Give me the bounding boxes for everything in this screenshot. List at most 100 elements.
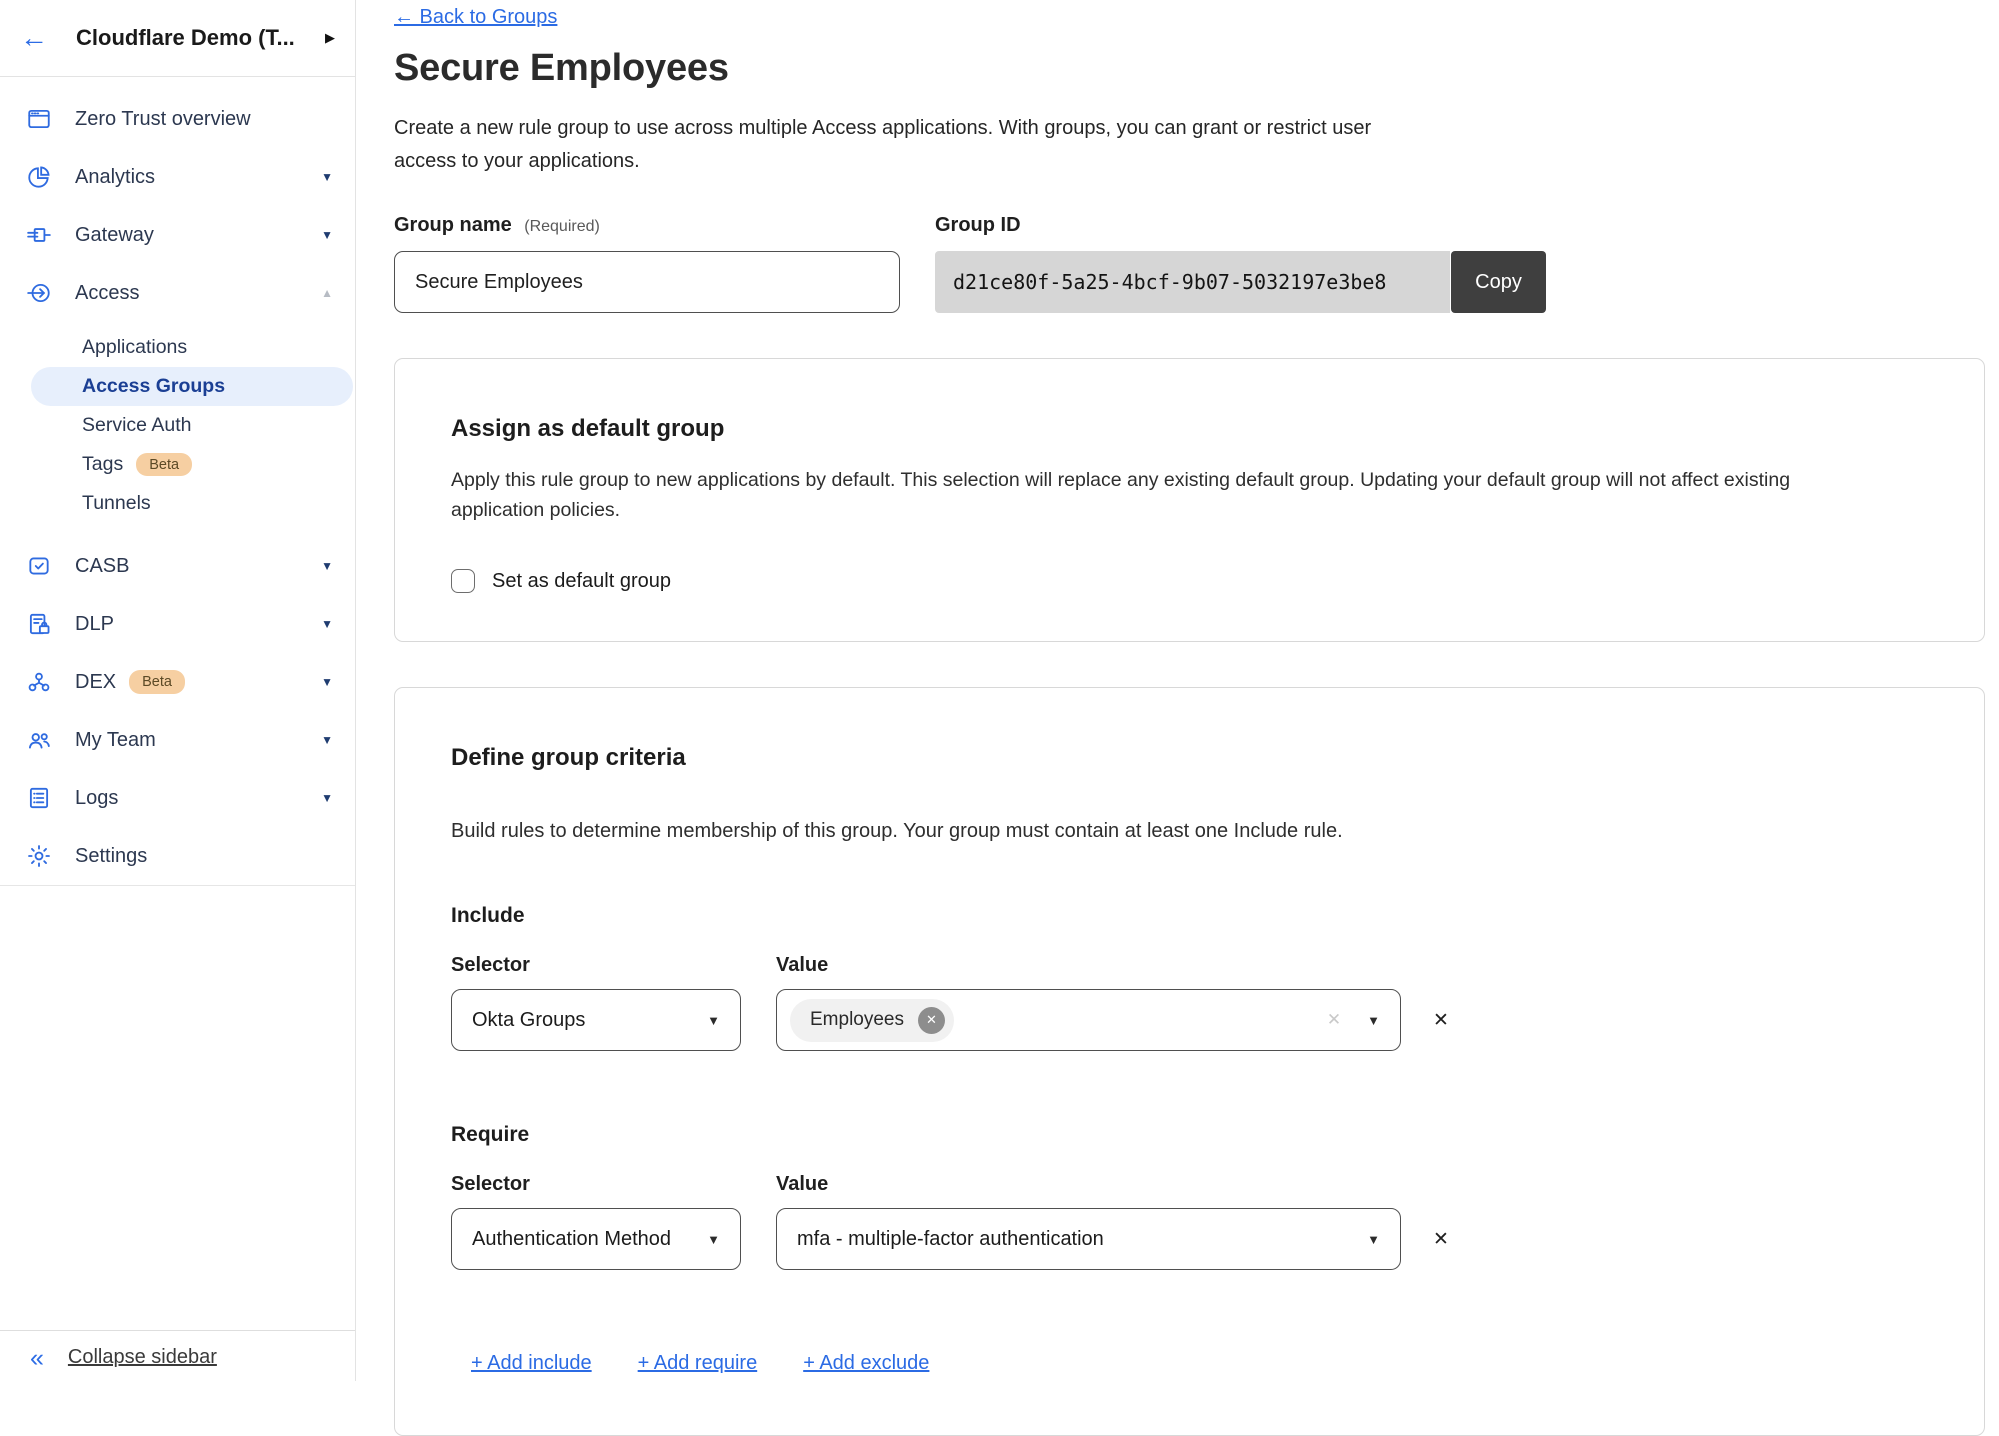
group-name-field-block: Group name (Required) <box>394 214 900 313</box>
include-value-dropdown[interactable]: Employees ✕ ✕ ▼ <box>776 989 1401 1051</box>
sidebar-item-dex[interactable]: DEX Beta ▼ <box>0 653 355 711</box>
set-default-group-row: Set as default group <box>451 569 1928 593</box>
default-card-title: Assign as default group <box>451 415 1928 443</box>
require-selector-value: Authentication Method <box>472 1228 671 1251</box>
group-id-field-block: Group ID d21ce80f-5a25-4bcf-9b07-5032197… <box>935 214 1546 313</box>
gear-icon <box>26 843 52 869</box>
access-icon <box>26 280 52 306</box>
chevron-down-icon: ▼ <box>1367 1232 1380 1247</box>
group-id-label: Group ID <box>935 214 1546 237</box>
group-identity-row: Group name (Required) Group ID d21ce80f-… <box>394 214 1985 313</box>
add-exclude-link[interactable]: + Add exclude <box>803 1352 929 1375</box>
sidebar-item-label: Tags <box>82 453 123 476</box>
back-to-groups-link[interactable]: ← Back to Groups <box>394 6 557 29</box>
collapse-sidebar-label: Collapse sidebar <box>68 1346 217 1369</box>
collapse-sidebar-button[interactable]: « Collapse sidebar <box>0 1330 355 1381</box>
sidebar-item-my-team[interactable]: My Team ▼ <box>0 711 355 769</box>
sidebar-item-label: My Team <box>75 729 156 752</box>
sidebar-item-label: CASB <box>75 555 129 578</box>
chevron-down-icon: ▼ <box>321 228 333 242</box>
chevron-down-icon: ▼ <box>1367 1013 1380 1028</box>
sidebar-divider <box>0 885 355 886</box>
group-name-input[interactable] <box>394 251 900 313</box>
page-title: Secure Employees <box>394 47 1985 90</box>
sidebar-item-tunnels[interactable]: Tunnels <box>0 484 355 523</box>
chevron-down-icon: ▼ <box>321 791 333 805</box>
require-rule-row: Authentication Method ▼ mfa - multiple-f… <box>451 1208 1928 1270</box>
include-selector-dropdown[interactable]: Okta Groups ▼ <box>451 989 741 1051</box>
sidebar-item-label: Logs <box>75 787 118 810</box>
group-id-value: d21ce80f-5a25-4bcf-9b07-5032197e3be8 <box>935 251 1450 313</box>
sidebar-item-label: Gateway <box>75 224 154 247</box>
expand-caret-icon[interactable]: ▶ <box>325 30 335 46</box>
sidebar-header: ← Cloudflare Demo (T... ▶ <box>0 0 355 77</box>
sidebar-item-label: Tunnels <box>82 492 151 515</box>
chevron-down-icon: ▼ <box>321 559 333 573</box>
sidebar-item-applications[interactable]: Applications <box>0 328 355 367</box>
account-title: Cloudflare Demo (T... <box>76 25 317 51</box>
network-nodes-icon <box>26 669 52 695</box>
sidebar-item-label: Analytics <box>75 166 155 189</box>
add-include-link[interactable]: + Add include <box>471 1352 592 1375</box>
add-rule-links: + Add include + Add require + Add exclud… <box>471 1352 1928 1375</box>
chevron-down-icon: ▼ <box>321 617 333 631</box>
remove-require-rule-icon[interactable]: ✕ <box>1433 1228 1449 1251</box>
require-heading: Require <box>451 1123 1928 1147</box>
logs-list-icon <box>26 785 52 811</box>
sidebar: ← Cloudflare Demo (T... ▶ Zero Trust ove… <box>0 0 356 1381</box>
include-selector-label: Selector <box>451 954 741 977</box>
sidebar-item-settings[interactable]: Settings <box>0 827 355 885</box>
sidebar-item-gateway[interactable]: Gateway ▼ <box>0 206 355 264</box>
value-chip: Employees ✕ <box>790 999 954 1042</box>
chevron-down-icon: ▼ <box>707 1013 720 1028</box>
beta-badge: Beta <box>136 453 192 477</box>
add-require-link[interactable]: + Add require <box>638 1352 758 1375</box>
group-name-label: Group name <box>394 214 512 236</box>
page-description: Create a new rule group to use across mu… <box>394 112 1374 178</box>
chevron-up-icon: ▲ <box>321 286 333 300</box>
include-heading: Include <box>451 904 1928 928</box>
access-submenu: Applications Access Groups Service Auth … <box>0 328 355 523</box>
chip-remove-icon[interactable]: ✕ <box>918 1007 945 1034</box>
sidebar-item-casb[interactable]: CASB ▼ <box>0 537 355 595</box>
sidebar-item-analytics[interactable]: Analytics ▼ <box>0 148 355 206</box>
sidebar-item-access-groups[interactable]: Access Groups <box>31 367 353 406</box>
require-selector-dropdown[interactable]: Authentication Method ▼ <box>451 1208 741 1270</box>
sidebar-nav: Zero Trust overview Analytics ▼ Gateway … <box>0 77 355 885</box>
sidebar-item-label: Access Groups <box>82 375 225 398</box>
require-labels: Selector Value <box>451 1173 1928 1196</box>
main-content: ← Back to Groups Secure Employees Create… <box>356 0 1999 1381</box>
define-group-criteria-card: Define group criteria Build rules to det… <box>394 687 1985 1436</box>
include-value-label: Value <box>776 954 828 977</box>
sidebar-item-tags[interactable]: Tags Beta <box>0 445 355 484</box>
include-selector-value: Okta Groups <box>472 1009 585 1032</box>
chevron-down-icon: ▼ <box>321 170 333 184</box>
criteria-card-title: Define group criteria <box>451 744 1928 772</box>
casb-shield-check-icon <box>26 553 52 579</box>
set-default-group-checkbox[interactable] <box>451 569 475 593</box>
remove-include-rule-icon[interactable]: ✕ <box>1433 1009 1449 1032</box>
sidebar-item-access[interactable]: Access ▲ <box>0 264 355 322</box>
require-value-dropdown[interactable]: mfa - multiple-factor authentication ▼ <box>776 1208 1401 1270</box>
sidebar-item-zero-trust-overview[interactable]: Zero Trust overview <box>0 90 355 148</box>
required-hint: (Required) <box>524 218 600 235</box>
chevron-down-icon: ▼ <box>707 1232 720 1247</box>
sidebar-item-logs[interactable]: Logs ▼ <box>0 769 355 827</box>
set-default-group-label: Set as default group <box>492 570 671 593</box>
sidebar-item-label: DLP <box>75 613 114 636</box>
require-value-label: Value <box>776 1173 828 1196</box>
team-icon <box>26 727 52 753</box>
sidebar-item-dlp[interactable]: DLP ▼ <box>0 595 355 653</box>
clear-value-icon[interactable]: ✕ <box>1327 1010 1341 1030</box>
include-rule-row: Okta Groups ▼ Employees ✕ ✕ ▼ ✕ <box>451 989 1928 1051</box>
browser-window-icon <box>26 106 52 132</box>
chevron-down-icon: ▼ <box>321 733 333 747</box>
copy-button[interactable]: Copy <box>1451 251 1546 313</box>
sidebar-item-label: Access <box>75 282 139 305</box>
sidebar-item-label: Applications <box>82 336 187 359</box>
sidebar-item-service-auth[interactable]: Service Auth <box>0 406 355 445</box>
require-value-text: mfa - multiple-factor authentication <box>797 1228 1104 1251</box>
require-selector-label: Selector <box>451 1173 741 1196</box>
back-arrow-icon[interactable]: ← <box>20 24 54 52</box>
sidebar-item-label: Settings <box>75 845 147 868</box>
